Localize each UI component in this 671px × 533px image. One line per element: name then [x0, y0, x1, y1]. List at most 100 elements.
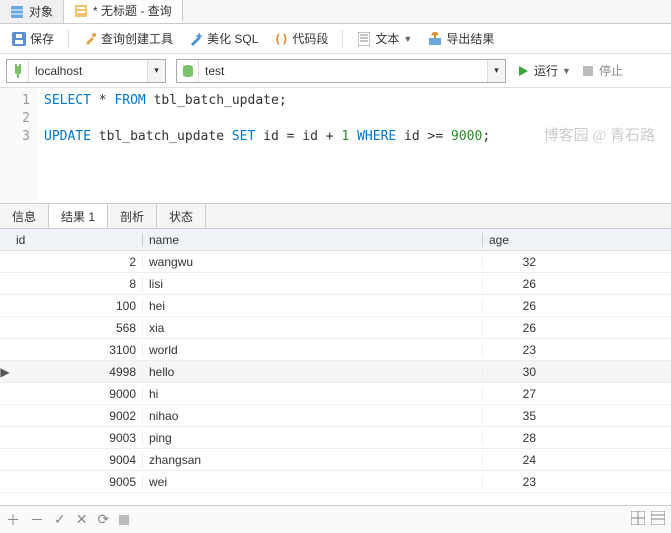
cell-age[interactable]: 26: [482, 321, 542, 335]
cell-name[interactable]: wangwu: [142, 255, 482, 269]
tab-status[interactable]: 状态: [157, 204, 206, 228]
tab-query-label: * 无标题 - 查询: [93, 2, 172, 19]
run-button[interactable]: 运行 ▼: [516, 62, 571, 79]
cell-age[interactable]: 28: [482, 431, 542, 445]
tab-objects[interactable]: 对象: [0, 0, 64, 23]
form-view-button[interactable]: [651, 511, 665, 528]
add-row-button[interactable]: ＋: [6, 510, 20, 530]
cell-age[interactable]: 23: [482, 343, 542, 357]
delete-row-button[interactable]: －: [30, 510, 44, 530]
cell-age[interactable]: 26: [482, 277, 542, 291]
export-button[interactable]: 导出结果: [422, 27, 500, 50]
cell-name[interactable]: ping: [142, 431, 482, 445]
cell-age[interactable]: 32: [482, 255, 542, 269]
table-row[interactable]: 9000hi27: [0, 383, 671, 405]
save-label: 保存: [30, 30, 54, 47]
chevron-down-icon[interactable]: ▾: [487, 60, 505, 82]
table-row[interactable]: 2wangwu32: [0, 251, 671, 273]
grid-body: 2wangwu328lisi26100hei26568xia263100worl…: [0, 251, 671, 493]
sql-keyword: SELECT: [44, 93, 91, 108]
table-row[interactable]: 100hei26: [0, 295, 671, 317]
database-value: test: [199, 64, 487, 78]
export-label: 导出结果: [446, 30, 494, 47]
save-button[interactable]: 保存: [6, 27, 60, 50]
database-icon: [177, 60, 199, 82]
table-row[interactable]: 8lisi26: [0, 273, 671, 295]
cell-name[interactable]: hi: [142, 387, 482, 401]
cancel-button[interactable]: ✕: [76, 511, 88, 528]
sql-text: [349, 129, 357, 144]
query-builder-button[interactable]: 查询创建工具: [77, 27, 179, 50]
sql-keyword: WHERE: [357, 129, 396, 144]
table-row[interactable]: 9002nihao35: [0, 405, 671, 427]
cell-age[interactable]: 30: [482, 365, 542, 379]
cell-id[interactable]: 9005: [10, 475, 142, 489]
cell-id[interactable]: 9003: [10, 431, 142, 445]
cell-age[interactable]: 35: [482, 409, 542, 423]
tab-status-label: 状态: [169, 208, 193, 225]
cell-age[interactable]: 27: [482, 387, 542, 401]
cell-name[interactable]: xia: [142, 321, 482, 335]
cell-id[interactable]: 4998: [10, 365, 142, 379]
play-icon: [516, 64, 530, 78]
table-row[interactable]: 3100world23: [0, 339, 671, 361]
cell-id[interactable]: 9002: [10, 409, 142, 423]
braces-icon: (): [274, 32, 288, 46]
cell-name[interactable]: zhangsan: [142, 453, 482, 467]
tab-profile-label: 剖析: [120, 208, 144, 225]
cell-name[interactable]: world: [142, 343, 482, 357]
chevron-down-icon[interactable]: ▼: [562, 66, 571, 76]
cell-id[interactable]: 100: [10, 299, 142, 313]
table-row[interactable]: 9003ping28: [0, 427, 671, 449]
code-snippet-button[interactable]: () 代码段: [268, 27, 334, 50]
sql-editor[interactable]: 1 2 3 SELECT * FROM tbl_batch_update; UP…: [0, 88, 671, 203]
tab-query[interactable]: * 无标题 - 查询: [64, 0, 183, 23]
cell-id[interactable]: 9000: [10, 387, 142, 401]
cell-id[interactable]: 9004: [10, 453, 142, 467]
tab-result-1[interactable]: 结果 1: [49, 203, 108, 228]
table-row[interactable]: ▶4998hello30: [0, 361, 671, 383]
sql-text: tbl_batch_update: [91, 129, 232, 144]
stop-icon: [581, 64, 595, 78]
table-row[interactable]: 568xia26: [0, 317, 671, 339]
table-row[interactable]: 9005wei23: [0, 471, 671, 493]
text-button[interactable]: 文本 ▼: [351, 27, 418, 50]
sql-number: 9000: [451, 129, 482, 144]
refresh-button[interactable]: ⟳: [97, 511, 109, 528]
sql-text: *: [91, 93, 114, 108]
watermark-text: 博客园 @ 青石路: [544, 124, 655, 145]
cell-name[interactable]: lisi: [142, 277, 482, 291]
table-row[interactable]: 9004zhangsan24: [0, 449, 671, 471]
cell-age[interactable]: 26: [482, 299, 542, 313]
grid-view-button[interactable]: [631, 511, 645, 528]
line-gutter: 1 2 3: [0, 88, 38, 203]
tab-profile[interactable]: 剖析: [108, 204, 157, 228]
cell-name[interactable]: wei: [142, 475, 482, 489]
connection-bar: localhost ▾ test ▾ 运行 ▼ 停止: [0, 54, 671, 88]
cell-id[interactable]: 3100: [10, 343, 142, 357]
tab-info-label: 信息: [12, 208, 36, 225]
cell-name[interactable]: nihao: [142, 409, 482, 423]
cell-age[interactable]: 23: [482, 475, 542, 489]
cell-id[interactable]: 568: [10, 321, 142, 335]
stop-refresh-button[interactable]: [119, 512, 129, 528]
cell-age[interactable]: 24: [482, 453, 542, 467]
apply-button[interactable]: ✓: [54, 511, 66, 528]
column-header-name[interactable]: name: [142, 233, 482, 247]
server-combo[interactable]: localhost ▾: [6, 59, 166, 83]
cell-id[interactable]: 8: [10, 277, 142, 291]
cell-name[interactable]: hello: [142, 365, 482, 379]
code-area[interactable]: SELECT * FROM tbl_batch_update; UPDATE t…: [38, 88, 671, 203]
column-header-age[interactable]: age: [482, 233, 542, 247]
line-number: 3: [0, 128, 30, 146]
column-header-id[interactable]: id: [10, 233, 142, 247]
sql-text: ;: [482, 129, 490, 144]
cell-id[interactable]: 2: [10, 255, 142, 269]
database-combo[interactable]: test ▾: [176, 59, 506, 83]
toolbar-separator: [342, 30, 343, 48]
tab-info[interactable]: 信息: [0, 204, 49, 228]
cell-name[interactable]: hei: [142, 299, 482, 313]
beautify-sql-button[interactable]: 美化 SQL: [183, 27, 264, 50]
chevron-down-icon[interactable]: ▾: [147, 60, 165, 82]
wrench-icon: [83, 32, 97, 46]
